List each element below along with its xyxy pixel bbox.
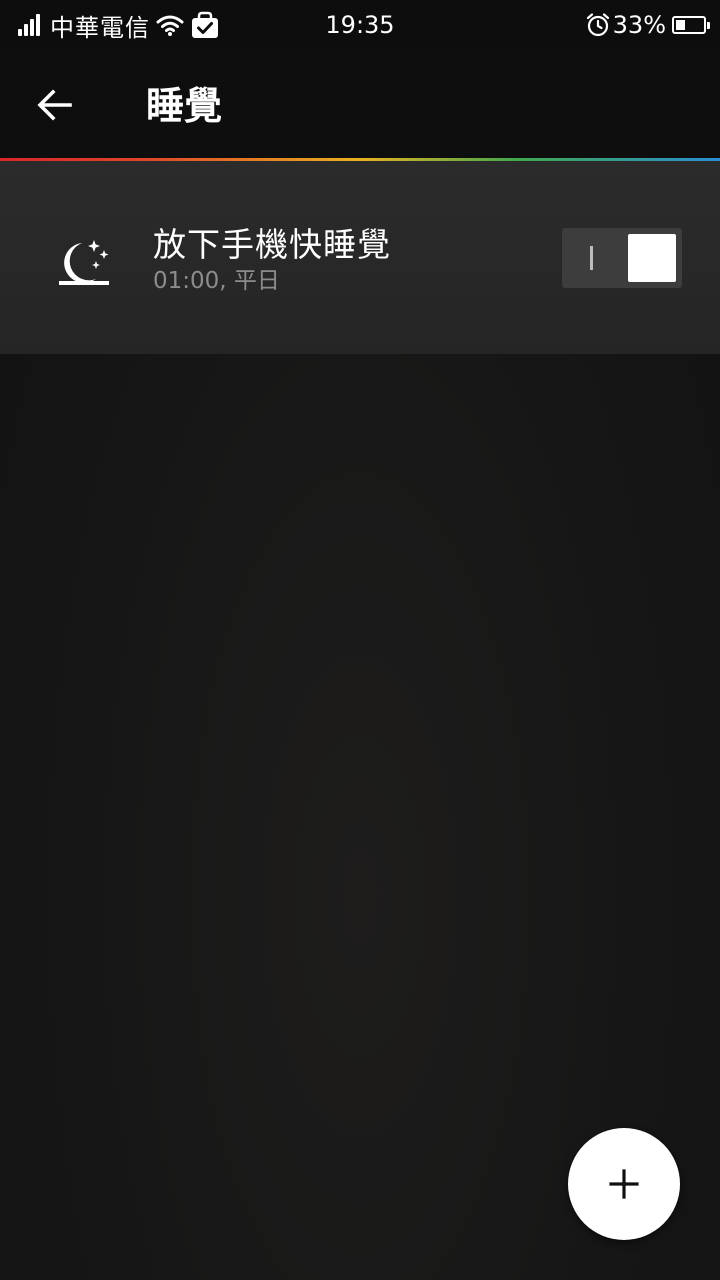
plus-icon	[609, 1169, 639, 1199]
alarm-enable-toggle[interactable]	[562, 228, 682, 288]
battery-percent: 33%	[612, 11, 666, 39]
battery-level-fill	[676, 20, 685, 30]
page-title: 睡覺	[146, 84, 223, 128]
arrow-left-icon	[37, 89, 72, 121]
alarm-title: 放下手機快睡覺	[153, 225, 391, 264]
toggle-knob	[628, 234, 676, 282]
status-bar: 中華電信 19:35 33%	[0, 0, 720, 50]
back-button[interactable]	[22, 72, 88, 138]
sleep-alarm-screen: 中華電信 19:35 33% 睡覺 放下手機快睡覺 01:00, 平日	[0, 0, 720, 1280]
status-right: 33%	[585, 8, 710, 42]
battery-icon	[672, 16, 710, 34]
alarm-list-item[interactable]: 放下手機快睡覺 01:00, 平日	[0, 161, 720, 354]
moon-stars-icon	[59, 240, 109, 285]
app-toolbar: 睡覺	[0, 50, 720, 160]
add-alarm-button[interactable]	[568, 1128, 680, 1240]
alarm-clock-icon	[586, 13, 609, 37]
alarm-time-days: 01:00, 平日	[153, 268, 280, 294]
toggle-on-mark-icon	[590, 246, 593, 270]
